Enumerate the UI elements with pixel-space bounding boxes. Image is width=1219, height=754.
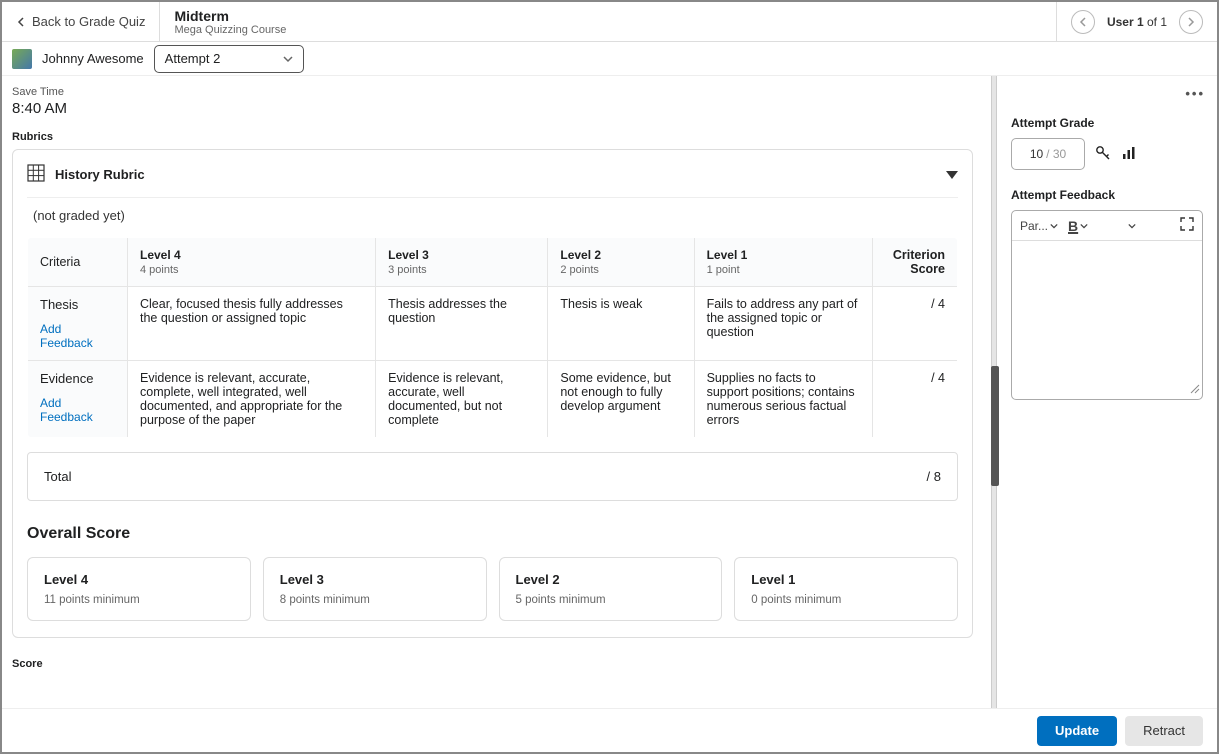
more-actions-button[interactable]: •••: [1185, 86, 1205, 101]
attempt-grade-input[interactable]: 10 / 30: [1011, 138, 1085, 170]
page-title-block: Midterm Mega Quizzing Course: [160, 2, 1055, 41]
chevron-down-icon: [1128, 222, 1136, 230]
attempt-select[interactable]: Attempt 2: [154, 45, 304, 73]
rubric-icon: [27, 164, 45, 185]
header-level-4: Level 44 points: [128, 238, 376, 287]
rubric-card: History Rubric (not graded yet) Criteria…: [12, 149, 973, 638]
course-title: Mega Quizzing Course: [174, 24, 1041, 36]
add-feedback-link[interactable]: Add Feedback: [40, 322, 115, 350]
header-level-3: Level 33 points: [376, 238, 548, 287]
header-score: Criterion Score: [873, 238, 958, 287]
overall-level-card[interactable]: Level 4 11 points minimum: [27, 557, 251, 621]
resize-handle-icon[interactable]: [1188, 382, 1200, 397]
align-left-icon: [1098, 216, 1126, 236]
chevron-right-icon: [1186, 17, 1196, 27]
table-row: Thesis Add Feedback Clear, focused thesi…: [28, 287, 958, 361]
overall-score-heading: Overall Score: [27, 525, 958, 543]
update-button[interactable]: Update: [1037, 716, 1117, 746]
retract-button[interactable]: Retract: [1125, 716, 1203, 746]
grade-value: 10: [1030, 147, 1043, 161]
rubric-total: Total / 8: [27, 452, 958, 501]
rubric-cell[interactable]: Evidence is relevant, accurate, complete…: [128, 361, 376, 438]
rubric-cell[interactable]: Evidence is relevant, accurate, well doc…: [376, 361, 548, 438]
student-name: Johnny Awesome: [42, 51, 144, 66]
total-label: Total: [44, 469, 71, 484]
main-content: Save Time 8:40 AM Rubrics History Rubric…: [2, 76, 991, 708]
user-nav: User 1 of 1: [1056, 2, 1217, 41]
feedback-editor[interactable]: Par... B: [1011, 210, 1203, 400]
rubric-toggle[interactable]: History Rubric: [27, 160, 958, 198]
rubric-cell[interactable]: Thesis addresses the question: [376, 287, 548, 361]
save-time-label: Save Time: [12, 86, 973, 98]
back-label: Back to Grade Quiz: [32, 14, 145, 29]
rubric-cell[interactable]: Some evidence, but not enough to fully d…: [548, 361, 694, 438]
editor-toolbar: Par... B: [1012, 211, 1202, 241]
prev-user-button[interactable]: [1071, 10, 1095, 34]
key-icon[interactable]: [1095, 145, 1111, 164]
bold-button[interactable]: B: [1068, 218, 1088, 234]
chevron-left-icon: [1078, 17, 1088, 27]
overall-level-card[interactable]: Level 3 8 points minimum: [263, 557, 487, 621]
rubrics-label: Rubrics: [12, 131, 973, 143]
fullscreen-button[interactable]: [1180, 217, 1194, 234]
score-section-label: Score: [12, 658, 973, 670]
paragraph-style-select[interactable]: Par...: [1020, 219, 1058, 233]
criterion-name: Thesis: [40, 297, 115, 312]
criterion-score: / 4: [873, 287, 958, 361]
header-level-1: Level 11 point: [694, 238, 872, 287]
align-button[interactable]: [1098, 216, 1136, 236]
rubric-table: Criteria Level 44 points Level 33 points…: [27, 237, 958, 438]
attempt-grade-label: Attempt Grade: [1011, 116, 1203, 130]
save-time-value: 8:40 AM: [12, 100, 973, 117]
header-level-2: Level 22 points: [548, 238, 694, 287]
rubric-cell[interactable]: Supplies no facts to support positions; …: [694, 361, 872, 438]
not-graded-label: (not graded yet): [33, 208, 958, 223]
total-score: / 8: [927, 469, 941, 484]
header-criteria: Criteria: [28, 238, 128, 287]
rubric-title: History Rubric: [55, 167, 145, 182]
rubric-cell[interactable]: Fails to address any part of the assigne…: [694, 287, 872, 361]
chevron-down-icon: [283, 54, 293, 64]
chevron-left-icon: [16, 17, 26, 27]
attempt-select-label: Attempt 2: [165, 51, 221, 66]
next-user-button[interactable]: [1179, 10, 1203, 34]
overall-level-card[interactable]: Level 2 5 points minimum: [499, 557, 723, 621]
rubric-cell[interactable]: Clear, focused thesis fully addresses th…: [128, 287, 376, 361]
editor-textarea[interactable]: [1012, 241, 1202, 399]
chevron-down-icon: [1080, 222, 1088, 230]
overall-level-card[interactable]: Level 1 0 points minimum: [734, 557, 958, 621]
rubric-cell[interactable]: Thesis is weak: [548, 287, 694, 361]
grade-outof: / 30: [1046, 147, 1066, 161]
criterion-name: Evidence: [40, 371, 115, 386]
student-avatar: [12, 49, 32, 69]
add-feedback-link[interactable]: Add Feedback: [40, 396, 115, 424]
stats-icon[interactable]: [1121, 145, 1137, 164]
attempt-feedback-label: Attempt Feedback: [1011, 188, 1203, 202]
criterion-score: / 4: [873, 361, 958, 438]
caret-down-icon: [946, 171, 958, 179]
side-panel: ••• Attempt Grade 10 / 30 Attempt Feedba…: [997, 76, 1217, 708]
back-to-grade-quiz-link[interactable]: Back to Grade Quiz: [2, 2, 160, 41]
user-position-label: User 1 of 1: [1103, 15, 1171, 29]
chevron-down-icon: [1050, 222, 1058, 230]
table-row: Evidence Add Feedback Evidence is releva…: [28, 361, 958, 438]
quiz-title: Midterm: [174, 8, 1041, 24]
